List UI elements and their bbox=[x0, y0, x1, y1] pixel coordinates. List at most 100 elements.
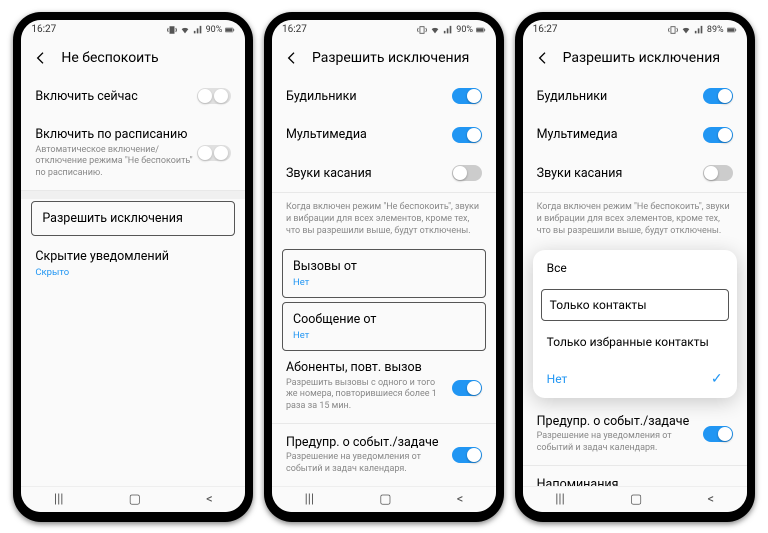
nav-recent[interactable]: ||| bbox=[305, 492, 315, 507]
status-bar: 16:27 90% bbox=[272, 20, 496, 40]
back-icon[interactable] bbox=[535, 50, 551, 66]
nav-recent[interactable]: ||| bbox=[54, 492, 64, 507]
battery-icon bbox=[225, 25, 235, 35]
phone-2: 16:27 90% Разрешить исключения Будильник… bbox=[264, 12, 504, 522]
page-title: Разрешить исключения bbox=[312, 50, 469, 66]
row-label: Включить по расписанию bbox=[35, 126, 231, 144]
toggle[interactable] bbox=[703, 127, 733, 143]
header: Не беспокоить bbox=[21, 40, 245, 78]
signal-icon bbox=[443, 25, 453, 35]
wifi-icon bbox=[681, 25, 691, 35]
row-repeat-callers[interactable]: Абоненты, повт. вызов Разрешить вызовы с… bbox=[272, 353, 496, 424]
row-hide-notifications[interactable]: Скрытие уведомлений Скрыто bbox=[21, 238, 245, 290]
back-icon[interactable] bbox=[284, 50, 300, 66]
battery-text: 90% bbox=[206, 25, 223, 35]
status-icons: 90% bbox=[417, 25, 486, 35]
toggle[interactable] bbox=[452, 447, 482, 463]
popup-option-none[interactable]: Нет ✓ bbox=[533, 360, 737, 398]
page-title: Разрешить исключения bbox=[563, 50, 720, 66]
header: Разрешить исключения bbox=[272, 40, 496, 78]
status-bar: 16:27 90% bbox=[21, 20, 245, 40]
row-sub: Автоматическое включение/отключение режи… bbox=[35, 145, 195, 180]
check-icon: ✓ bbox=[711, 371, 723, 387]
toggle[interactable] bbox=[452, 165, 482, 181]
toggle[interactable] bbox=[197, 145, 231, 161]
row-sub: Нет bbox=[293, 277, 453, 289]
nav-home[interactable]: ▢ bbox=[379, 492, 391, 507]
nav-bar: ||| ▢ < bbox=[21, 486, 245, 512]
row-media[interactable]: Мультимедиа bbox=[523, 116, 747, 155]
signal-icon bbox=[694, 25, 704, 35]
battery-text: 89% bbox=[707, 25, 724, 35]
row-calls-from[interactable]: Вызовы от Нет bbox=[282, 249, 486, 298]
row-touch-sounds[interactable]: Звуки касания bbox=[523, 155, 747, 194]
nav-back[interactable]: < bbox=[206, 492, 213, 507]
popup-option-favorites-only[interactable]: Только избранные контакты bbox=[533, 324, 737, 360]
nav-bar: ||| ▢ < bbox=[523, 486, 747, 512]
phone-1: 16:27 90% Не беспокоить Включить сейчас … bbox=[13, 12, 253, 522]
row-event-alerts[interactable]: Предупр. о событ./задаче Разрешение на у… bbox=[272, 424, 496, 486]
row-touch-sounds[interactable]: Звуки касания bbox=[272, 155, 496, 194]
back-icon[interactable] bbox=[33, 50, 49, 66]
row-enable-now[interactable]: Включить сейчас bbox=[21, 78, 245, 117]
screen: 16:27 90% Разрешить исключения Будильник… bbox=[272, 20, 496, 512]
content: Будильники Мультимедиа Звуки касания Ког… bbox=[272, 78, 496, 486]
info-text: Когда включен режим "Не беспокоить", зву… bbox=[272, 193, 496, 247]
option-label: Все bbox=[547, 261, 567, 275]
row-reminders[interactable]: Напоминания Разрешите получение напомина… bbox=[523, 466, 747, 486]
screen: 16:27 90% Не беспокоить Включить сейчас … bbox=[21, 20, 245, 512]
nav-bar: ||| ▢ < bbox=[272, 486, 496, 512]
popup-option-all[interactable]: Все bbox=[533, 250, 737, 286]
toggle[interactable] bbox=[703, 165, 733, 181]
row-enable-schedule[interactable]: Включить по расписанию Автоматическое вк… bbox=[21, 116, 245, 191]
battery-icon bbox=[727, 25, 737, 35]
nav-back[interactable]: < bbox=[457, 492, 464, 507]
wifi-icon bbox=[180, 25, 190, 35]
nav-home[interactable]: ▢ bbox=[129, 492, 141, 507]
row-label: Абоненты, повт. вызов bbox=[286, 359, 482, 377]
toggle[interactable] bbox=[703, 426, 733, 442]
status-time: 16:27 bbox=[282, 24, 307, 35]
popup-option-contacts-only[interactable]: Только контакты bbox=[541, 289, 729, 321]
row-label: Вызовы от bbox=[293, 258, 475, 276]
dropdown-popup: Все Только контакты Только избранные кон… bbox=[533, 250, 737, 398]
row-sub: Разрешение на уведомления от событий и з… bbox=[286, 452, 446, 475]
battery-icon bbox=[476, 25, 486, 35]
status-time: 16:27 bbox=[533, 24, 558, 35]
phone-3: 16:27 89% Разрешить исключения Будильник… bbox=[515, 12, 755, 522]
row-label: Напоминания bbox=[537, 476, 733, 486]
vibrate-icon bbox=[417, 25, 427, 35]
nav-home[interactable]: ▢ bbox=[630, 492, 642, 507]
toggle[interactable] bbox=[452, 380, 482, 396]
toggle[interactable] bbox=[703, 88, 733, 104]
option-label: Только избранные контакты bbox=[547, 335, 709, 349]
status-icons: 90% bbox=[167, 25, 236, 35]
content: Будильники Мультимедиа Звуки касания Ког… bbox=[523, 78, 747, 486]
toggle[interactable] bbox=[197, 88, 231, 104]
row-label: Предупр. о событ./задаче bbox=[286, 434, 482, 452]
header: Разрешить исключения bbox=[523, 40, 747, 78]
toggle[interactable] bbox=[452, 88, 482, 104]
battery-text: 90% bbox=[456, 25, 473, 35]
signal-icon bbox=[193, 25, 203, 35]
row-sub: Разрешить вызовы с одного и того же номе… bbox=[286, 378, 446, 413]
wifi-icon bbox=[430, 25, 440, 35]
nav-recent[interactable]: ||| bbox=[555, 492, 565, 507]
vibrate-icon bbox=[668, 25, 678, 35]
status-bar: 16:27 89% bbox=[523, 20, 747, 40]
page-title: Не беспокоить bbox=[61, 50, 158, 66]
row-sub: Разрешение на уведомления от событий и з… bbox=[537, 431, 697, 454]
row-alarm[interactable]: Будильники bbox=[272, 78, 496, 117]
row-allow-exceptions[interactable]: Разрешить исключения bbox=[31, 201, 235, 237]
row-label: Сообщение от bbox=[293, 311, 475, 329]
content: Включить сейчас Включить по расписанию А… bbox=[21, 78, 245, 486]
nav-back[interactable]: < bbox=[707, 492, 714, 507]
row-alarm[interactable]: Будильники bbox=[523, 78, 747, 117]
row-label: Предупр. о событ./задаче bbox=[537, 413, 733, 431]
toggle[interactable] bbox=[452, 127, 482, 143]
option-label: Нет bbox=[547, 372, 568, 386]
row-messages-from[interactable]: Сообщение от Нет bbox=[282, 302, 486, 351]
row-event-alerts[interactable]: Предупр. о событ./задаче Разрешение на у… bbox=[523, 403, 747, 466]
info-text: Когда включен режим "Не беспокоить", зву… bbox=[523, 193, 747, 247]
row-media[interactable]: Мультимедиа bbox=[272, 116, 496, 155]
